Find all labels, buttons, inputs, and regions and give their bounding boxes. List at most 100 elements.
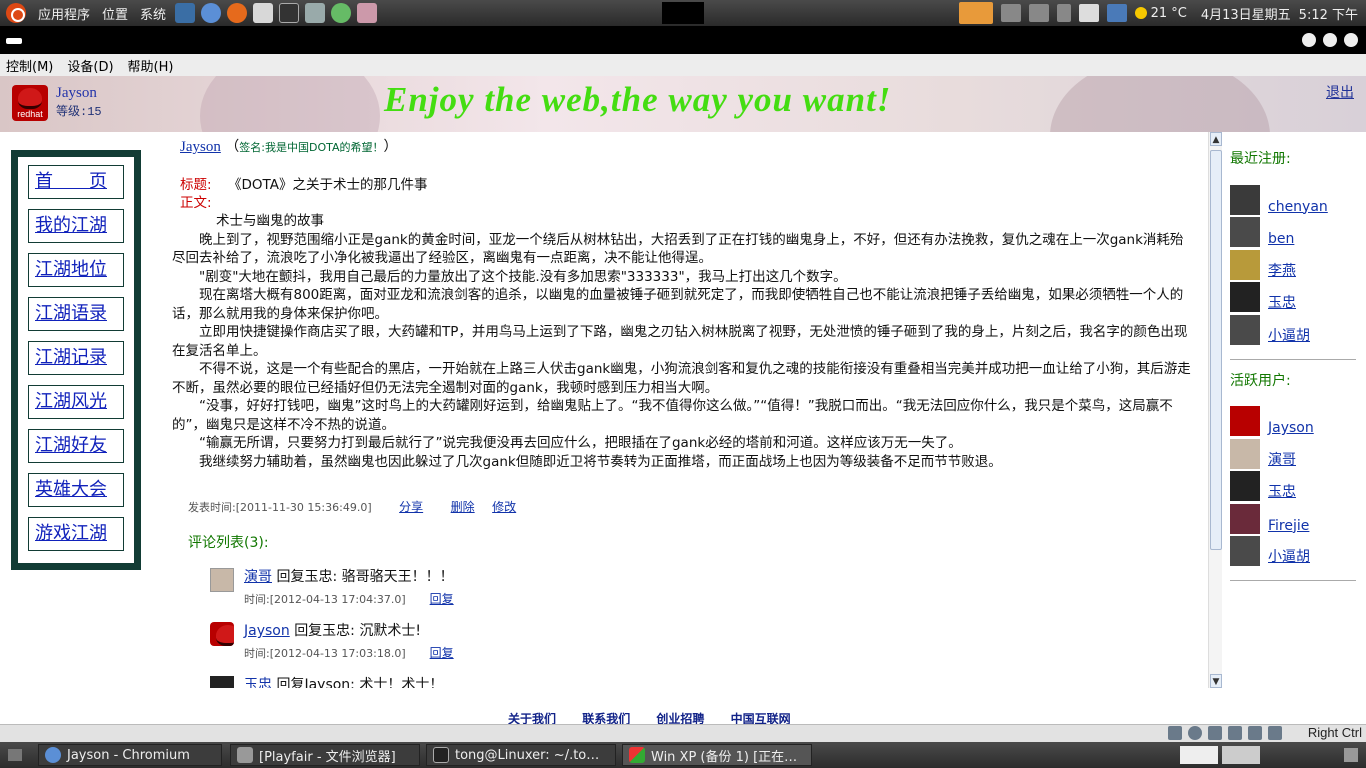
list-item[interactable]: 玉忠 xyxy=(1230,469,1356,501)
user-link[interactable]: 李燕 xyxy=(1268,260,1296,280)
menu-control[interactable]: 控制(M) xyxy=(6,56,53,75)
commenter-link[interactable]: 玉忠 xyxy=(244,677,272,688)
reply-link[interactable]: 回复 xyxy=(430,646,454,660)
window-menu-icon[interactable] xyxy=(6,38,22,44)
user-link[interactable]: 玉忠 xyxy=(1268,481,1296,501)
logout-link[interactable]: 退出 xyxy=(1326,82,1354,102)
scroll-down-icon[interactable]: ▼ xyxy=(1210,674,1222,688)
share-link[interactable]: 分享 xyxy=(399,500,423,514)
clock[interactable]: 5:12 下午 xyxy=(1299,4,1358,23)
user-link[interactable]: 玉忠 xyxy=(1268,292,1296,312)
nav-records[interactable]: 江湖记录 xyxy=(28,341,124,375)
shared-folder-icon[interactable] xyxy=(1228,726,1242,740)
user-avatar[interactable]: redhat xyxy=(12,85,48,121)
delete-link[interactable]: 删除 xyxy=(451,500,475,514)
list-item[interactable]: 玉忠 xyxy=(1230,280,1356,312)
reply-link[interactable]: 回复 xyxy=(430,592,454,606)
list-item[interactable]: 演哥 xyxy=(1230,436,1356,469)
list-item[interactable]: 李燕 xyxy=(1230,247,1356,280)
header-username[interactable]: Jayson xyxy=(56,85,102,102)
avatar[interactable] xyxy=(1230,503,1260,534)
show-desktop-icon[interactable] xyxy=(8,749,22,761)
workspace-switcher[interactable] xyxy=(1180,746,1218,764)
menu-applications[interactable]: 应用程序 xyxy=(32,4,96,23)
commenter-link[interactable]: Jayson xyxy=(244,623,290,639)
edit-link[interactable]: 修改 xyxy=(492,500,516,514)
avatar[interactable] xyxy=(1230,217,1260,247)
network-adapter-icon[interactable] xyxy=(1248,726,1262,740)
commenter-avatar[interactable] xyxy=(210,676,234,688)
nav-status[interactable]: 江湖地位 xyxy=(28,253,124,287)
menu-devices[interactable]: 设备(D) xyxy=(67,56,113,75)
scroll-up-icon[interactable]: ▲ xyxy=(1210,132,1222,146)
commenter-avatar[interactable] xyxy=(210,568,234,592)
menu-system[interactable]: 系统 xyxy=(134,4,172,23)
nav-friends[interactable]: 江湖好友 xyxy=(28,429,124,463)
virtualbox-launcher-icon[interactable] xyxy=(175,3,196,23)
commenter-link[interactable]: 演哥 xyxy=(244,569,272,585)
user-link[interactable]: 小逼胡 xyxy=(1268,325,1310,345)
user-link[interactable]: Firejie xyxy=(1268,518,1309,534)
taskbar-item-file-browser[interactable]: [Playfair - 文件浏览器] xyxy=(230,744,420,766)
chromium-launcher-icon[interactable] xyxy=(201,3,222,23)
firefox-launcher-icon[interactable] xyxy=(227,3,248,23)
user-link[interactable]: 小逼胡 xyxy=(1268,546,1310,566)
avatar[interactable] xyxy=(1230,471,1260,501)
user-link[interactable]: chenyan xyxy=(1268,199,1328,215)
scroll-thumb[interactable] xyxy=(1210,150,1222,550)
avatar[interactable] xyxy=(1230,249,1260,280)
avatar[interactable] xyxy=(1230,282,1260,312)
taskbar-item-chromium[interactable]: Jayson - Chromium xyxy=(38,744,222,766)
user-link[interactable]: ben xyxy=(1268,231,1294,247)
avatar[interactable] xyxy=(1230,406,1260,436)
list-item[interactable]: 小逼胡 xyxy=(1230,534,1356,566)
hdd-icon[interactable] xyxy=(1168,726,1182,740)
avatar[interactable] xyxy=(1230,438,1260,469)
usb-icon[interactable] xyxy=(1208,726,1222,740)
user-link[interactable]: 演哥 xyxy=(1268,449,1296,469)
messenger-launcher-icon[interactable] xyxy=(357,3,378,23)
fish-applet-icon[interactable] xyxy=(958,2,993,24)
nav-scenery[interactable]: 江湖风光 xyxy=(28,385,124,419)
content-scrollbar[interactable]: ▲ ▼ xyxy=(1208,132,1222,688)
commenter-avatar[interactable] xyxy=(210,622,234,646)
minimize-button[interactable] xyxy=(1302,33,1316,47)
menu-places[interactable]: 位置 xyxy=(96,4,134,23)
nav-home[interactable]: 首 页 xyxy=(28,165,124,199)
list-item[interactable]: 小逼胡 xyxy=(1230,312,1356,345)
nav-games[interactable]: 游戏江湖 xyxy=(28,517,124,551)
author-link[interactable]: Jayson xyxy=(180,139,221,155)
avatar[interactable] xyxy=(1230,314,1260,345)
maximize-button[interactable] xyxy=(1323,33,1337,47)
date[interactable]: 4月13日星期五 xyxy=(1201,4,1291,23)
network-icon[interactable] xyxy=(1000,4,1021,22)
user-link[interactable]: Jayson xyxy=(1268,420,1314,436)
disk-icon[interactable] xyxy=(1028,4,1049,22)
panel-center-applet[interactable] xyxy=(662,2,704,24)
menu-help[interactable]: 帮助(H) xyxy=(128,56,174,75)
ubuntu-logo-icon[interactable] xyxy=(6,3,26,23)
list-item[interactable]: ben xyxy=(1230,215,1356,247)
list-item[interactable]: Firejie xyxy=(1230,501,1356,534)
list-item[interactable]: Jayson xyxy=(1230,404,1356,436)
taskbar-item-terminal[interactable]: tong@Linuxer: ~/.to… xyxy=(426,744,616,766)
terminal-launcher-icon[interactable] xyxy=(279,3,300,23)
nav-quotes[interactable]: 江湖语录 xyxy=(28,297,124,331)
avatar[interactable] xyxy=(1230,184,1260,215)
list-item[interactable]: chenyan xyxy=(1230,182,1356,215)
avatar[interactable] xyxy=(1230,536,1260,566)
weather-widget[interactable]: 21 °C xyxy=(1134,6,1187,21)
cd-icon[interactable] xyxy=(1188,726,1202,740)
settings-launcher-icon[interactable] xyxy=(305,3,326,23)
mail-icon[interactable] xyxy=(1078,4,1099,22)
trash-icon[interactable] xyxy=(1344,748,1358,762)
nav-my-jianghu[interactable]: 我的江湖 xyxy=(28,209,124,243)
volume-icon[interactable] xyxy=(1056,4,1071,22)
media-launcher-icon[interactable] xyxy=(331,3,352,23)
workspace-switcher-2[interactable] xyxy=(1222,746,1260,764)
text-editor-launcher-icon[interactable] xyxy=(253,3,274,23)
taskbar-item-vm[interactable]: Win XP (备份 1) [正在… xyxy=(622,744,812,766)
nav-heroes[interactable]: 英雄大会 xyxy=(28,473,124,507)
mouse-integration-icon[interactable] xyxy=(1268,726,1282,740)
connection-icon[interactable] xyxy=(1106,4,1127,22)
